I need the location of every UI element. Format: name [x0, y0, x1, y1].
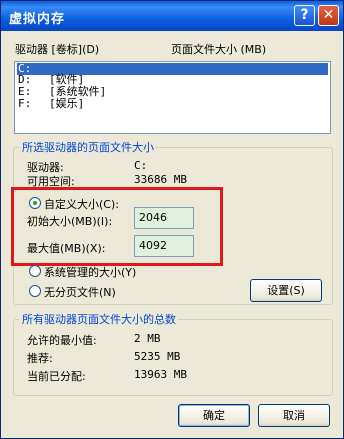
drive-letter: F: [18, 97, 32, 110]
no-paging-radio[interactable] [29, 285, 41, 297]
recommended-label: 推荐: [27, 352, 53, 365]
drive-value: C: [134, 159, 148, 172]
close-button[interactable]: ✕ [318, 5, 339, 26]
current-allocated-label: 当前已分配: [27, 370, 86, 383]
system-managed-label[interactable]: 系统管理的大小(Y) [44, 264, 136, 280]
title-bar[interactable]: 虚拟内存 ? ✕ [1, 1, 343, 31]
system-managed-radio[interactable] [29, 265, 41, 277]
window-title: 虚拟内存 [9, 12, 66, 27]
highlight-box [11, 187, 223, 266]
min-allowed-label: 允许的最小值: [27, 334, 97, 347]
help-button[interactable]: ? [294, 5, 315, 26]
total-legend: 所有驱动器页面文件大小的总数 [22, 313, 176, 326]
recommended-value: 5235 MB [134, 350, 181, 363]
selected-drive-legend: 所选驱动器的页面文件大小 [22, 141, 154, 154]
no-paging-label[interactable]: 无分页文件(N) [44, 284, 116, 300]
drive-column-header: 驱动器 [卷标](D) [15, 43, 100, 56]
min-allowed-value: 2 MB [134, 332, 161, 345]
drive-list[interactable]: C: D: [软件] E: [系统软件] F: [娱乐] [14, 61, 331, 134]
set-button[interactable]: 设置(S) [250, 279, 322, 302]
drive-row-f[interactable]: F: [娱乐] [17, 98, 328, 110]
cancel-button[interactable]: 取消 [258, 404, 330, 427]
drive-label: [娱乐] [49, 97, 85, 110]
virtual-memory-dialog: 虚拟内存 ? ✕ 驱动器 [卷标](D) 页面文件大小 (MB) C: D: [… [0, 0, 344, 439]
free-space-value: 33686 MB [134, 173, 187, 186]
size-column-header: 页面文件大小 (MB) [171, 43, 267, 56]
ok-button[interactable]: 确定 [178, 404, 250, 427]
current-allocated-value: 13963 MB [134, 368, 187, 381]
